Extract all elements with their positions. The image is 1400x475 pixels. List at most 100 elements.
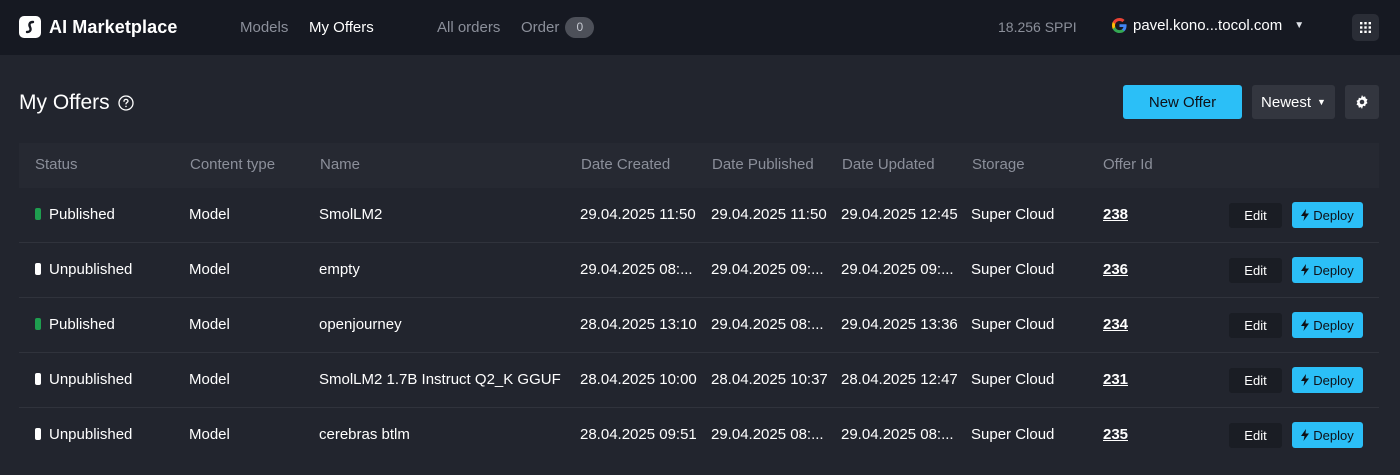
content-type-cell: Model bbox=[189, 206, 230, 223]
nav-models[interactable]: Models bbox=[240, 0, 288, 55]
nav-all-orders-label[interactable]: All orders bbox=[437, 19, 500, 36]
date-published-cell: 28.04.2025 10:37 bbox=[711, 371, 828, 388]
date-updated-cell: 29.04.2025 12:45 bbox=[841, 206, 958, 223]
content-type-cell: Model bbox=[189, 316, 230, 333]
header-date-updated[interactable]: Date Updated bbox=[842, 156, 935, 173]
table-header: Status Content type Name Date Created Da… bbox=[19, 143, 1379, 188]
name-cell: empty bbox=[319, 261, 360, 278]
date-published-cell: 29.04.2025 08:... bbox=[711, 316, 824, 333]
deploy-button[interactable]: Deploy bbox=[1292, 422, 1363, 448]
apps-grid-button[interactable] bbox=[1352, 14, 1379, 41]
date-created-cell: 28.04.2025 09:51 bbox=[580, 426, 697, 443]
offer-id-cell: 235 bbox=[1103, 426, 1128, 443]
offer-id-cell: 238 bbox=[1103, 206, 1128, 223]
status-text: Unpublished bbox=[49, 371, 133, 388]
header-date-published[interactable]: Date Published bbox=[712, 156, 814, 173]
deploy-button[interactable]: Deploy bbox=[1292, 312, 1363, 338]
header-offer-id[interactable]: Offer Id bbox=[1103, 156, 1153, 173]
order-count-badge: 0 bbox=[565, 17, 595, 38]
deploy-button[interactable]: Deploy bbox=[1292, 202, 1363, 228]
status-text: Unpublished bbox=[49, 426, 133, 443]
header-status[interactable]: Status bbox=[35, 156, 78, 173]
storage-cell: Super Cloud bbox=[971, 316, 1055, 333]
status-text: Published bbox=[49, 206, 115, 223]
nav-my-offers[interactable]: My Offers bbox=[309, 0, 374, 55]
account-email: pavel.kono...tocol.com bbox=[1133, 17, 1283, 34]
page-title-wrap: My Offers bbox=[19, 91, 134, 115]
edit-button[interactable]: Edit bbox=[1229, 368, 1282, 393]
status-cell: Published bbox=[35, 206, 115, 223]
header-storage[interactable]: Storage bbox=[972, 156, 1025, 173]
edit-button[interactable]: Edit bbox=[1229, 313, 1282, 338]
date-created-cell: 28.04.2025 10:00 bbox=[580, 371, 697, 388]
nav-order[interactable]: Order 0 bbox=[521, 0, 595, 55]
offer-id-cell: 236 bbox=[1103, 261, 1128, 278]
app-name: AI Marketplace bbox=[49, 16, 178, 37]
deploy-button[interactable]: Deploy bbox=[1292, 257, 1363, 283]
table-row: Unpublished Model empty 29.04.2025 08:..… bbox=[19, 243, 1379, 298]
deploy-label: Deploy bbox=[1313, 207, 1354, 223]
date-updated-cell: 29.04.2025 13:36 bbox=[841, 316, 958, 333]
edit-button[interactable]: Edit bbox=[1229, 203, 1282, 228]
status-cell: Unpublished bbox=[35, 261, 132, 278]
account-menu[interactable]: pavel.kono...tocol.com ▼ bbox=[1112, 17, 1304, 34]
table-row: Published Model openjourney 28.04.2025 1… bbox=[19, 298, 1379, 353]
storage-cell: Super Cloud bbox=[971, 371, 1055, 388]
sort-label: Newest bbox=[1261, 93, 1312, 111]
offer-id-link[interactable]: 234 bbox=[1103, 316, 1128, 333]
storage-cell: Super Cloud bbox=[971, 261, 1055, 278]
content-type-cell: Model bbox=[189, 426, 230, 443]
new-offer-button[interactable]: New Offer bbox=[1123, 85, 1242, 119]
storage-cell: Super Cloud bbox=[971, 206, 1055, 223]
balance: 18.256 SPPI bbox=[998, 19, 1077, 35]
edit-button[interactable]: Edit bbox=[1229, 258, 1282, 283]
header-content-type[interactable]: Content type bbox=[190, 156, 275, 173]
offer-id-cell: 231 bbox=[1103, 371, 1128, 388]
status-text: Published bbox=[49, 316, 115, 333]
name-cell: SmolLM2 bbox=[319, 206, 383, 223]
page-title: My Offers bbox=[19, 91, 110, 114]
status-cell: Unpublished bbox=[35, 426, 132, 443]
content-type-cell: Model bbox=[189, 371, 230, 388]
chevron-down-icon: ▼ bbox=[1294, 20, 1305, 31]
header-name[interactable]: Name bbox=[320, 156, 360, 173]
offer-id-link[interactable]: 235 bbox=[1103, 426, 1128, 443]
nav-my-offers-label[interactable]: My Offers bbox=[309, 19, 374, 36]
top-navigation-bar: AI Marketplace Models My Offers All orde… bbox=[0, 0, 1400, 55]
deploy-label: Deploy bbox=[1313, 262, 1354, 278]
date-published-cell: 29.04.2025 08:... bbox=[711, 426, 824, 443]
date-published-cell: 29.04.2025 11:50 bbox=[711, 206, 827, 223]
nav-models-label[interactable]: Models bbox=[240, 19, 288, 36]
nav-order-label[interactable]: Order bbox=[521, 19, 559, 36]
page-header: My Offers New Offer Newest ▼ bbox=[0, 55, 1400, 143]
table-row: Published Model SmolLM2 29.04.2025 11:50… bbox=[19, 188, 1379, 243]
edit-button[interactable]: Edit bbox=[1229, 423, 1282, 448]
content-type-cell: Model bbox=[189, 261, 230, 278]
lightning-icon bbox=[1301, 319, 1310, 331]
lightning-icon bbox=[1301, 264, 1310, 276]
deploy-label: Deploy bbox=[1313, 317, 1354, 333]
date-updated-cell: 29.04.2025 09:... bbox=[841, 261, 954, 278]
header-date-created[interactable]: Date Created bbox=[581, 156, 670, 173]
date-created-cell: 28.04.2025 13:10 bbox=[580, 316, 697, 333]
nav-all-orders[interactable]: All orders bbox=[437, 0, 500, 55]
deploy-label: Deploy bbox=[1313, 372, 1354, 388]
app-logo[interactable]: AI Marketplace bbox=[19, 16, 177, 38]
offer-id-link[interactable]: 238 bbox=[1103, 206, 1128, 223]
offer-id-link[interactable]: 236 bbox=[1103, 261, 1128, 278]
date-published-cell: 29.04.2025 09:... bbox=[711, 261, 824, 278]
lightning-icon bbox=[1301, 374, 1310, 386]
status-cell: Unpublished bbox=[35, 371, 132, 388]
deploy-button[interactable]: Deploy bbox=[1292, 367, 1363, 393]
offer-id-link[interactable]: 231 bbox=[1103, 371, 1128, 388]
sort-dropdown[interactable]: Newest ▼ bbox=[1252, 85, 1335, 119]
date-updated-cell: 28.04.2025 12:47 bbox=[841, 371, 958, 388]
settings-button[interactable] bbox=[1345, 85, 1379, 119]
date-created-cell: 29.04.2025 08:... bbox=[580, 261, 693, 278]
table-row: Unpublished Model cerebras btlm 28.04.20… bbox=[19, 408, 1379, 463]
deploy-label: Deploy bbox=[1313, 427, 1354, 443]
gear-icon bbox=[1356, 95, 1368, 109]
date-created-cell: 29.04.2025 11:50 bbox=[580, 206, 696, 223]
help-icon[interactable] bbox=[117, 95, 134, 111]
name-cell: SmolLM2 1.7B Instruct Q2_K GGUF bbox=[319, 371, 561, 388]
